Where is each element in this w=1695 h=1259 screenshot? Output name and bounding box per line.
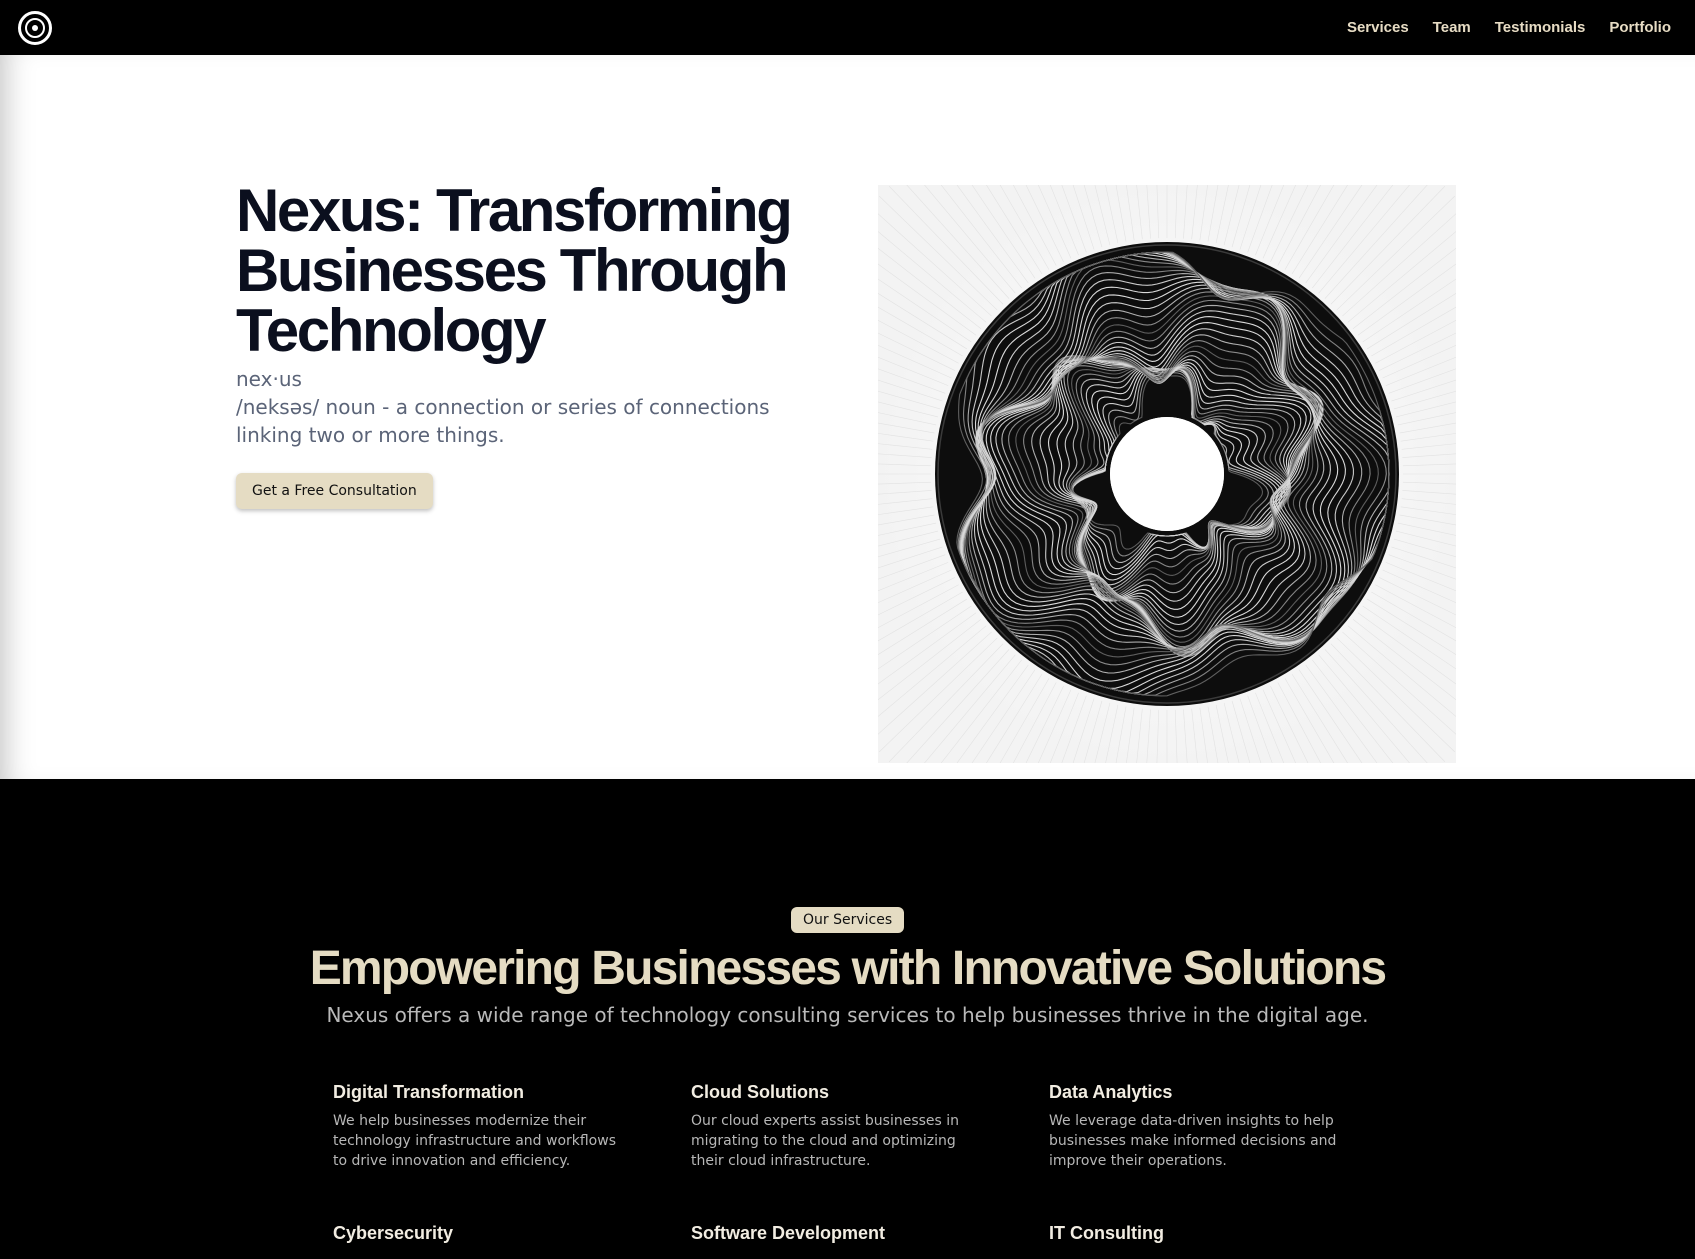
services-grid: Digital Transformation We help businesse… <box>333 1082 1393 1252</box>
service-card: Software Development <box>691 1223 1049 1252</box>
logo-dot <box>32 24 38 31</box>
service-description: We help businesses modernize their techn… <box>333 1113 616 1169</box>
nav-link-portfolio[interactable]: Portfolio <box>1609 19 1671 36</box>
hero-title: Nexus: Transforming Businesses Through T… <box>236 177 793 364</box>
service-card: Data Analytics We leverage data-driven i… <box>1049 1082 1393 1171</box>
services-badge: Our Services <box>791 907 905 933</box>
nav-link-team[interactable]: Team <box>1433 19 1471 36</box>
hero-ring-artwork <box>878 185 1456 763</box>
service-card: Cybersecurity <box>333 1223 691 1252</box>
nav-links: Services Team Testimonials Portfolio <box>1347 19 1671 36</box>
hero-text: Nexus: Transforming Businesses Through T… <box>236 181 816 509</box>
hero-section: Nexus: Transforming Businesses Through T… <box>0 55 1695 779</box>
service-card: IT Consulting <box>1049 1223 1393 1252</box>
service-title: IT Consulting <box>1049 1223 1164 1243</box>
service-title: Cloud Solutions <box>691 1082 829 1102</box>
services-subtitle: Nexus offers a wide range of technology … <box>326 1003 1369 1027</box>
service-card: Digital Transformation We help businesse… <box>333 1082 691 1171</box>
service-title: Data Analytics <box>1049 1082 1173 1102</box>
service-description: Our cloud experts assist businesses in m… <box>691 1113 960 1169</box>
hero-definition: nex·us /neksəs/ noun - a connection or s… <box>236 367 770 447</box>
top-nav: Services Team Testimonials Portfolio <box>0 0 1695 55</box>
service-card: Cloud Solutions Our cloud experts assist… <box>691 1082 1049 1171</box>
logo-icon[interactable] <box>18 10 52 45</box>
nav-link-services[interactable]: Services <box>1347 19 1409 36</box>
services-section: Our Services Empowering Businesses with … <box>0 779 1695 1259</box>
logo-ring <box>25 17 45 38</box>
service-title: Software Development <box>691 1223 886 1243</box>
nav-link-testimonials[interactable]: Testimonials <box>1495 19 1586 36</box>
service-description: We leverage data-driven insights to help… <box>1049 1113 1337 1169</box>
service-title: Digital Transformation <box>333 1082 525 1102</box>
free-consultation-button[interactable]: Get a Free Consultation <box>236 473 433 509</box>
services-title: Empowering Businesses with Innovative So… <box>309 942 1387 995</box>
service-title: Cybersecurity <box>333 1223 454 1243</box>
artwork-center-hole <box>1110 417 1224 531</box>
